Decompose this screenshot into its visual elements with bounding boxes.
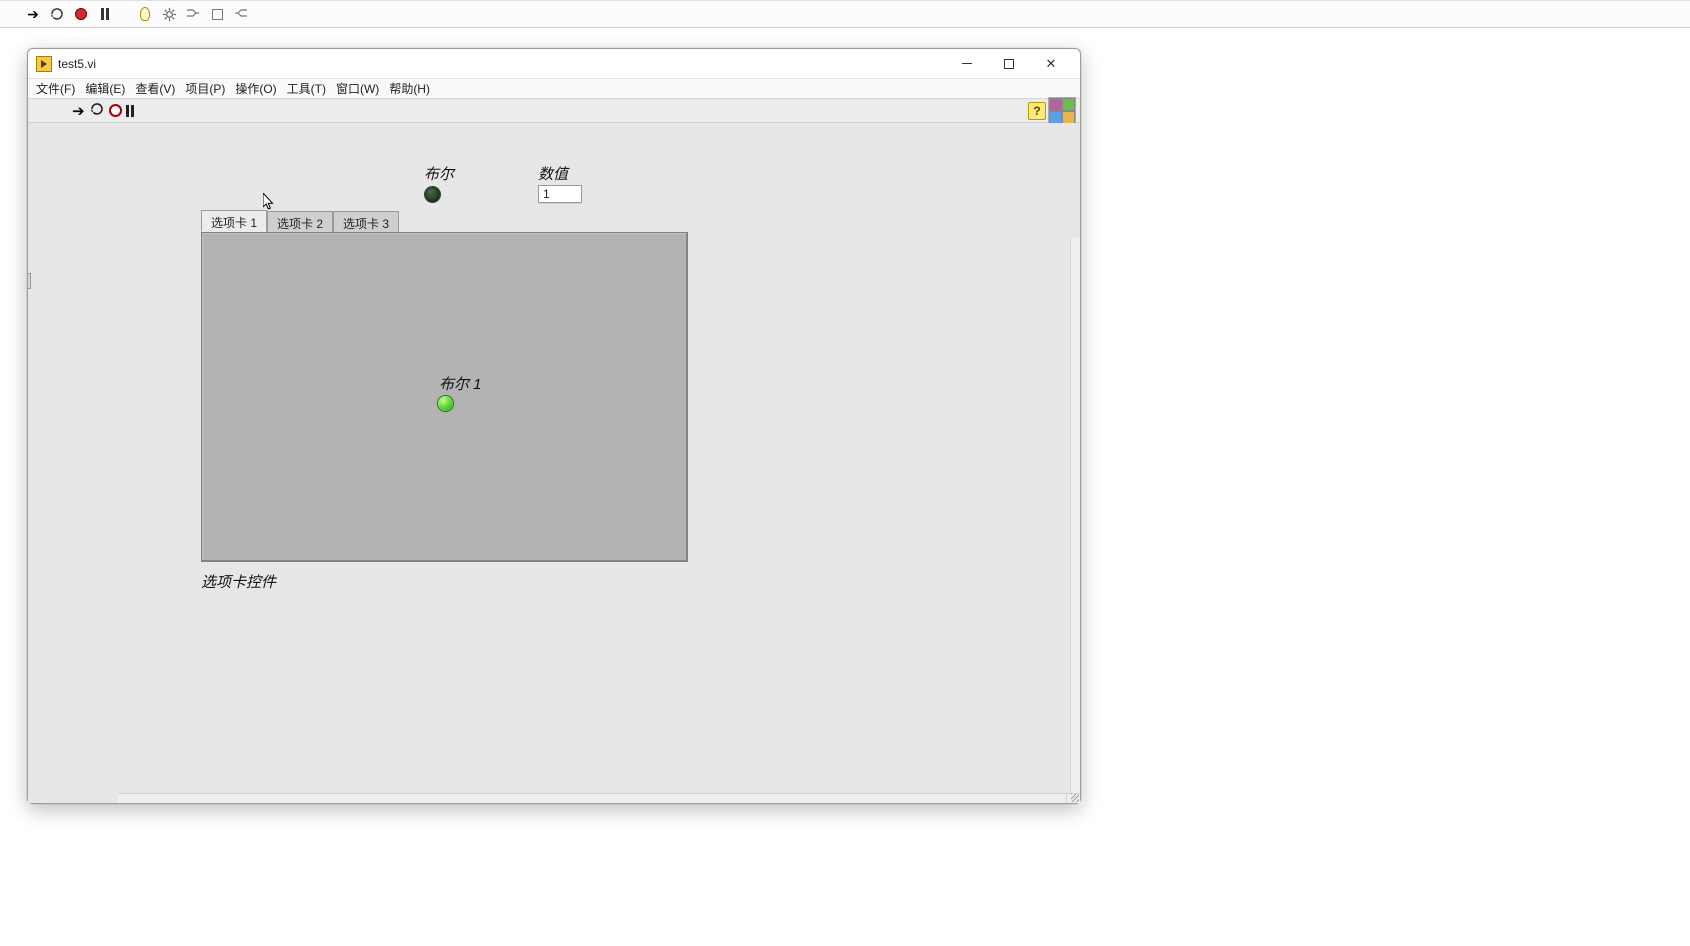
minimize-button[interactable]: [946, 50, 988, 78]
horizontal-scrollbar[interactable]: [118, 793, 1066, 803]
numeric-value: 1: [543, 187, 550, 201]
pause-icon[interactable]: [96, 5, 114, 23]
tab-strip: 选项卡 1 选项卡 2 选项卡 3: [201, 210, 688, 232]
context-help-icon[interactable]: ?: [1028, 102, 1046, 120]
connector-pane-icon[interactable]: [1048, 97, 1076, 125]
mouse-cursor-icon: [263, 193, 275, 211]
tab-page-1[interactable]: 布尔 1: [201, 232, 688, 562]
tab-3[interactable]: 选项卡 3: [333, 211, 399, 233]
vi-abort-icon[interactable]: [109, 104, 122, 117]
boolean1-led[interactable]: [438, 396, 453, 411]
run-icon[interactable]: ➔: [24, 5, 42, 23]
vi-file-icon: [36, 56, 52, 72]
vi-pause-icon[interactable]: [126, 105, 134, 117]
step-over-icon[interactable]: [208, 5, 226, 23]
menu-tools[interactable]: 工具(T): [287, 80, 326, 97]
menubar: 文件(F) 编辑(E) 查看(V) 项目(P) 操作(O) 工具(T) 窗口(W…: [28, 79, 1080, 99]
abort-icon[interactable]: [72, 5, 90, 23]
numeric-indicator[interactable]: 1: [538, 185, 582, 203]
vi-toolbar: ➔ ?: [28, 99, 1080, 123]
menu-window[interactable]: 窗口(W): [336, 80, 379, 97]
boolean-label: 布尔: [424, 163, 454, 184]
tab-control-caption: 选项卡控件: [201, 571, 276, 592]
close-button[interactable]: ✕: [1030, 50, 1072, 78]
menu-file[interactable]: 文件(F): [36, 80, 75, 97]
vi-run-continuous-icon[interactable]: [89, 101, 105, 120]
titlebar[interactable]: test5.vi ✕: [28, 49, 1080, 79]
boolean-led[interactable]: [425, 187, 440, 202]
menu-project[interactable]: 项目(P): [185, 80, 225, 97]
origin-marker: [28, 273, 31, 289]
menu-operate[interactable]: 操作(O): [235, 80, 276, 97]
front-panel[interactable]: 布尔 数值 1 选项卡 1 选项卡 2 选项卡 3 布尔 1 选项卡控件: [28, 123, 1080, 803]
tab-1[interactable]: 选项卡 1: [201, 210, 267, 232]
resize-grip[interactable]: [1066, 793, 1080, 803]
highlight-exec-icon[interactable]: [136, 5, 154, 23]
outer-toolbar: ➔: [0, 0, 1690, 28]
retain-wire-icon[interactable]: [160, 5, 178, 23]
menu-help[interactable]: 帮助(H): [389, 80, 430, 97]
tab-2[interactable]: 选项卡 2: [267, 211, 333, 233]
menu-edit[interactable]: 编辑(E): [85, 80, 125, 97]
maximize-button[interactable]: [988, 50, 1030, 78]
step-into-icon[interactable]: [184, 5, 202, 23]
tab-control[interactable]: 选项卡 1 选项卡 2 选项卡 3 布尔 1: [201, 210, 688, 562]
vertical-scrollbar[interactable]: [1070, 238, 1080, 793]
vi-window: test5.vi ✕ 文件(F) 编辑(E) 查看(V) 项目(P) 操作(O)…: [27, 48, 1081, 804]
boolean1-label: 布尔 1: [439, 373, 482, 394]
window-title: test5.vi: [58, 57, 96, 71]
numeric-label: 数值: [538, 163, 568, 184]
step-out-icon[interactable]: [232, 5, 250, 23]
run-continuous-icon[interactable]: [48, 5, 66, 23]
menu-view[interactable]: 查看(V): [135, 80, 175, 97]
vi-run-icon[interactable]: ➔: [72, 102, 85, 120]
